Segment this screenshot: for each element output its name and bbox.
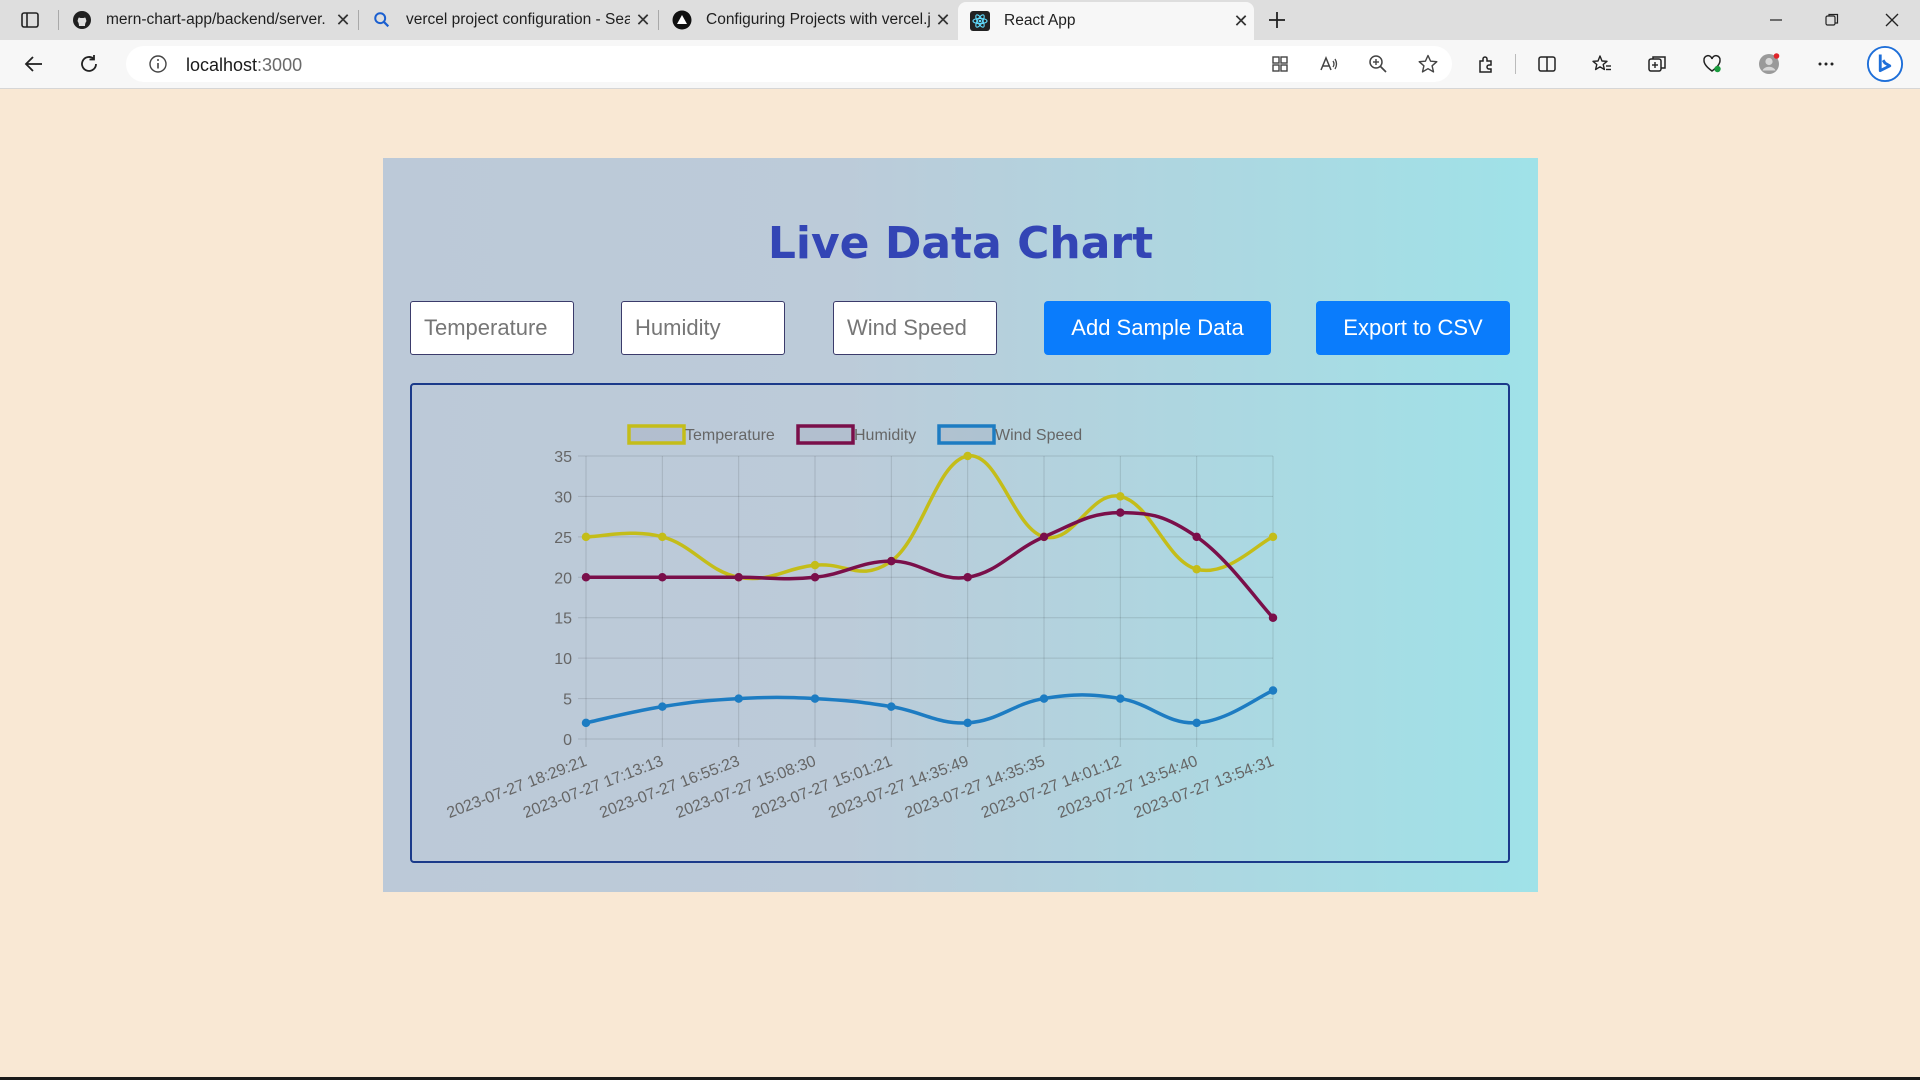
info-icon[interactable] <box>140 46 176 82</box>
page-title: Live Data Chart <box>767 218 1154 269</box>
data-point <box>734 694 743 703</box>
tab-github[interactable]: mern-chart-app/backend/server. ✕ <box>60 0 356 40</box>
tab-title: mern-chart-app/backend/server. <box>106 11 326 28</box>
close-icon[interactable]: ✕ <box>930 10 956 31</box>
restore-icon[interactable] <box>1804 0 1860 40</box>
data-point <box>1116 508 1125 517</box>
y-tick-label: 30 <box>554 489 572 506</box>
series-line-temperature <box>585 454 1274 581</box>
legend-label: Wind Speed <box>995 427 1082 444</box>
favorites-icon[interactable] <box>1584 46 1620 82</box>
apps-icon[interactable] <box>1262 46 1298 82</box>
tab-react-app[interactable]: React App ✕ <box>958 2 1254 40</box>
url-port: :3000 <box>257 55 303 75</box>
collections-icon[interactable] <box>1639 46 1675 82</box>
data-point <box>963 451 972 461</box>
read-aloud-icon[interactable] <box>1311 46 1347 82</box>
tab-search[interactable]: vercel project configuration - Sea ✕ <box>360 0 656 40</box>
series-line-humidity <box>586 510 1275 619</box>
split-screen-icon[interactable] <box>1529 46 1565 82</box>
data-point <box>810 560 820 570</box>
legend-swatch <box>937 424 996 445</box>
data-point <box>1116 694 1125 703</box>
refresh-icon[interactable] <box>71 46 107 82</box>
tab-strip: mern-chart-app/backend/server. ✕ vercel … <box>0 0 1920 40</box>
wind-speed-input[interactable] <box>833 301 997 355</box>
legend-label: Humidity <box>854 427 916 444</box>
back-icon[interactable] <box>16 46 52 82</box>
data-point <box>658 532 667 542</box>
x-tick-label: 2023-07-27 13:54:31 <box>1132 753 1277 822</box>
github-icon <box>72 10 92 30</box>
legend-swatch <box>627 424 686 445</box>
legend-swatch <box>796 424 855 445</box>
favorite-star-icon[interactable] <box>1410 46 1446 82</box>
data-point <box>581 718 591 728</box>
close-icon[interactable]: ✕ <box>330 10 356 31</box>
series-line-wind-speed <box>585 688 1274 725</box>
y-tick-label: 0 <box>563 732 572 749</box>
tab-separator <box>658 10 659 30</box>
data-point <box>887 702 896 711</box>
data-point <box>581 573 591 582</box>
data-point <box>1039 532 1049 542</box>
minimize-icon[interactable] <box>1748 0 1804 40</box>
y-tick-label: 35 <box>554 449 572 466</box>
y-tick-label: 20 <box>554 570 572 587</box>
y-tick-label: 10 <box>554 651 572 668</box>
data-point <box>1268 686 1278 695</box>
data-point <box>1192 532 1201 542</box>
chart-container: 0 5 10 15 20 25 30 35 2023-07-27 18:29:21 2023-07… <box>410 383 1510 863</box>
data-point <box>1192 718 1201 728</box>
address-bar[interactable]: localhost:3000 <box>126 46 1452 82</box>
vercel-icon <box>672 10 692 30</box>
y-tick-label: 5 <box>563 692 572 709</box>
data-point <box>734 573 743 582</box>
extensions-icon[interactable] <box>1468 46 1504 82</box>
tab-vercel[interactable]: Configuring Projects with vercel.j ✕ <box>660 0 956 40</box>
line-chart: 051015202530352023-07-27 18:29:212023-07… <box>445 424 1278 822</box>
close-icon[interactable]: ✕ <box>630 10 656 31</box>
tab-title: React App <box>1004 12 1076 29</box>
data-point <box>1192 564 1201 574</box>
data-point <box>1039 694 1049 703</box>
url-host: localhost <box>186 55 258 75</box>
data-point <box>887 556 896 566</box>
data-point <box>1268 613 1278 622</box>
browser-essentials-icon[interactable] <box>1694 46 1730 82</box>
more-options-icon[interactable] <box>1808 46 1844 82</box>
y-tick-label: 15 <box>554 611 572 628</box>
data-point <box>963 718 972 728</box>
search-icon <box>372 10 392 30</box>
export-csv-button[interactable]: Export to CSV <box>1316 301 1510 355</box>
legend-label: Temperature <box>685 427 775 444</box>
data-point <box>810 694 820 703</box>
toolbar-divider <box>1515 54 1516 74</box>
tab-separator <box>358 10 359 30</box>
data-point <box>1116 492 1125 501</box>
url-text[interactable]: localhost:3000 <box>186 55 302 76</box>
tab-title: vercel project configuration - Sea <box>406 11 630 28</box>
tab-separator <box>58 10 59 30</box>
y-tick-label: 25 <box>554 530 572 547</box>
data-point <box>1268 532 1278 542</box>
browser-toolbar: localhost:3000 <box>0 40 1920 89</box>
new-tab-icon[interactable] <box>1259 2 1295 38</box>
close-window-icon[interactable] <box>1864 0 1920 40</box>
profile-avatar-icon[interactable] <box>1751 46 1787 82</box>
tab-actions-icon[interactable] <box>12 2 48 38</box>
data-point <box>963 573 972 582</box>
copilot-icon[interactable] <box>1865 44 1905 84</box>
data-point <box>658 702 667 711</box>
zoom-icon[interactable] <box>1360 46 1396 82</box>
data-point <box>581 532 591 542</box>
add-sample-data-button[interactable]: Add Sample Data <box>1044 301 1271 355</box>
data-point <box>658 573 667 582</box>
tab-title: Configuring Projects with vercel.j <box>706 11 930 28</box>
data-point <box>810 573 820 582</box>
humidity-input[interactable] <box>621 301 785 355</box>
close-icon[interactable]: ✕ <box>1228 11 1254 32</box>
temperature-input[interactable] <box>410 301 574 355</box>
react-icon <box>970 11 990 31</box>
